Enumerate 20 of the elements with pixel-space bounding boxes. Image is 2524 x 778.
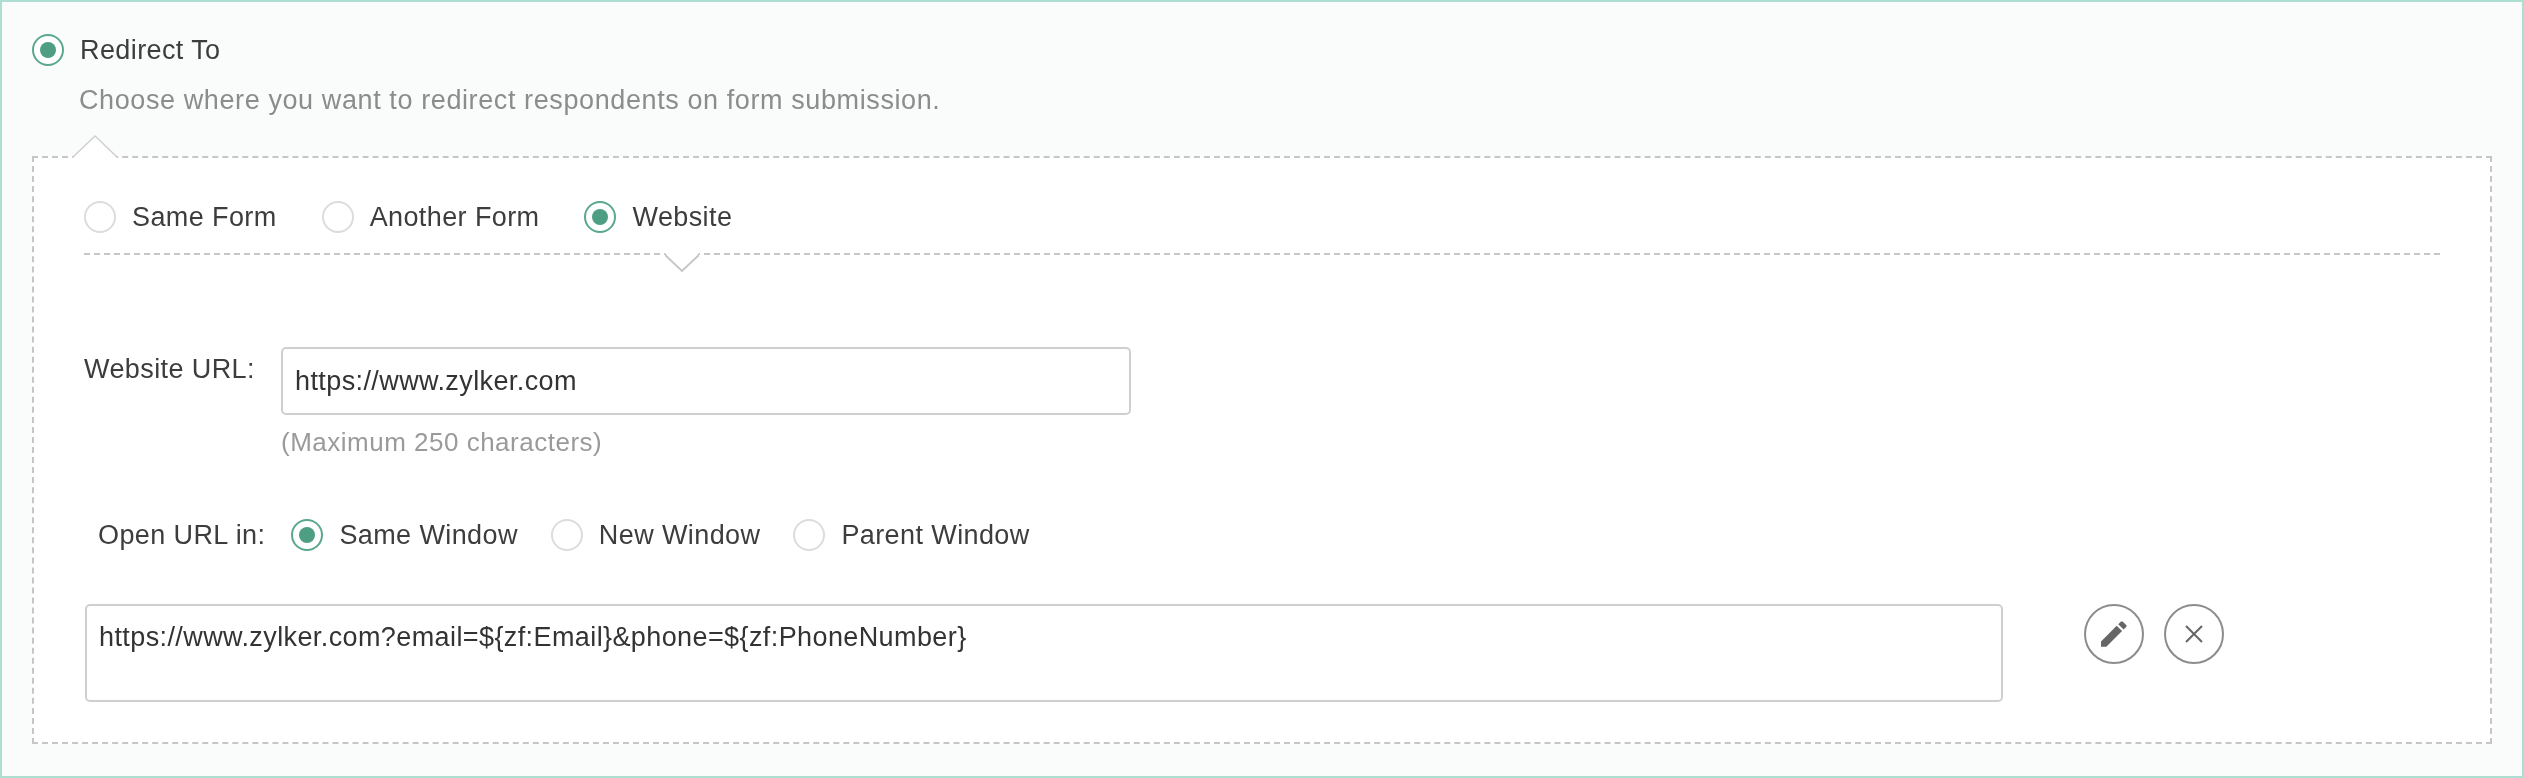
edit-button[interactable] [2084, 604, 2144, 664]
url-input[interactable]: https://www.zylker.com [281, 347, 1131, 415]
hint-text: (Maximum 250 characters) [281, 427, 603, 457]
close-icon [2185, 625, 2203, 643]
field-label: Website URL: [84, 353, 256, 385]
field-label: Open URL in: [98, 519, 266, 551]
radio-button[interactable] [291, 519, 324, 551]
radio-label: Redirect To [80, 34, 221, 66]
radio-label: Same Form [132, 201, 277, 233]
radio-label: Parent Window [841, 519, 1030, 551]
radio-label: New Window [598, 519, 761, 551]
description-text: Choose where you want to redirect respondents on form submission. [79, 84, 942, 117]
radio-button[interactable] [32, 34, 64, 66]
radio-label: Another Form [369, 201, 540, 233]
radio-button[interactable] [584, 201, 617, 233]
close-button[interactable] [2164, 604, 2224, 664]
pencil-icon [2101, 621, 2127, 647]
radio-label: Website [632, 201, 733, 233]
radio-label: Same Window [339, 519, 518, 551]
url-textarea[interactable]: https://www.zylker.com?email=${zf:Email}&phone=${zf:PhoneNumber} [85, 604, 2003, 702]
